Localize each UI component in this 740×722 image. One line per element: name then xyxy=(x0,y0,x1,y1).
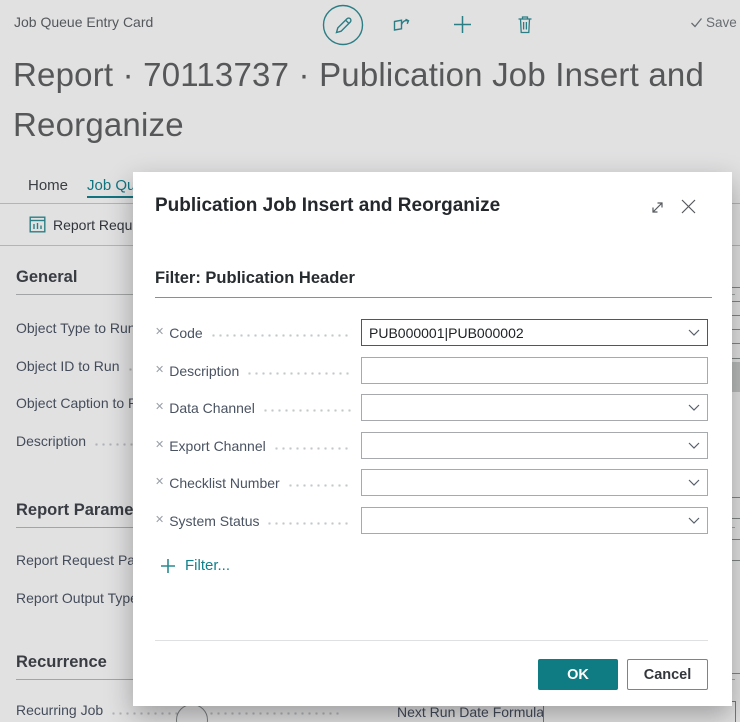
dotted-leader xyxy=(272,447,351,450)
expand-dialog-button[interactable] xyxy=(649,199,666,221)
data-channel-filter-input[interactable] xyxy=(361,394,708,421)
system-status-filter-input[interactable] xyxy=(361,507,708,534)
remove-filter-icon[interactable]: ✕ xyxy=(155,365,164,376)
add-filter-button[interactable]: Filter... xyxy=(160,557,230,574)
checklist-number-filter-combobox[interactable] xyxy=(361,469,708,496)
filter-field-label: Data Channel xyxy=(169,399,255,416)
export-channel-filter-combobox[interactable] xyxy=(361,432,708,459)
close-icon xyxy=(681,199,696,214)
code-filter-combobox[interactable] xyxy=(361,319,708,346)
dotted-leader xyxy=(266,522,351,525)
filter-row-export-channel: ✕ Export Channel xyxy=(155,432,708,459)
filter-group-heading: Filter: Publication Header xyxy=(155,269,712,298)
expand-icon xyxy=(652,202,663,213)
code-filter-input[interactable] xyxy=(361,319,708,346)
data-channel-filter-combobox[interactable] xyxy=(361,394,708,421)
dotted-leader xyxy=(246,372,351,375)
description-filter-input[interactable] xyxy=(361,357,708,384)
filter-row-data-channel: ✕ Data Channel xyxy=(155,394,708,421)
filter-field-label: Export Channel xyxy=(169,437,266,454)
filter-field-label: Checklist Number xyxy=(169,474,280,491)
plus-icon xyxy=(161,558,175,573)
filter-row-checklist-number: ✕ Checklist Number xyxy=(155,469,708,496)
remove-filter-icon[interactable]: ✕ xyxy=(155,440,164,451)
remove-filter-icon[interactable]: ✕ xyxy=(155,515,164,526)
dotted-leader xyxy=(261,409,351,412)
dialog-footer-divider xyxy=(155,640,708,641)
dotted-leader xyxy=(209,334,351,337)
filter-row-system-status: ✕ System Status xyxy=(155,507,708,534)
filter-field-label: Code xyxy=(169,324,203,341)
filter-row-code: ✕ Code xyxy=(155,319,708,346)
add-filter-label: Filter... xyxy=(185,557,231,574)
close-dialog-button[interactable] xyxy=(679,197,698,221)
description-filter-field[interactable] xyxy=(361,357,708,384)
export-channel-filter-input[interactable] xyxy=(361,432,708,459)
filter-dialog: Publication Job Insert and Reorganize Fi… xyxy=(133,172,732,706)
remove-filter-icon[interactable]: ✕ xyxy=(155,402,164,413)
remove-filter-icon[interactable]: ✕ xyxy=(155,327,164,338)
system-status-filter-combobox[interactable] xyxy=(361,507,708,534)
remove-filter-icon[interactable]: ✕ xyxy=(155,477,164,488)
dialog-title: Publication Job Insert and Reorganize xyxy=(155,195,501,216)
screen: Job Queue Entry Card Save Report · 70113… xyxy=(0,0,740,722)
checklist-number-filter-input[interactable] xyxy=(361,469,708,496)
filter-field-label: System Status xyxy=(169,512,260,529)
dotted-leader xyxy=(286,484,351,487)
filter-field-label: Description xyxy=(169,362,240,379)
cancel-button[interactable]: Cancel xyxy=(627,659,708,690)
ok-button[interactable]: OK xyxy=(538,659,618,690)
filter-row-description: ✕ Description xyxy=(155,357,708,384)
